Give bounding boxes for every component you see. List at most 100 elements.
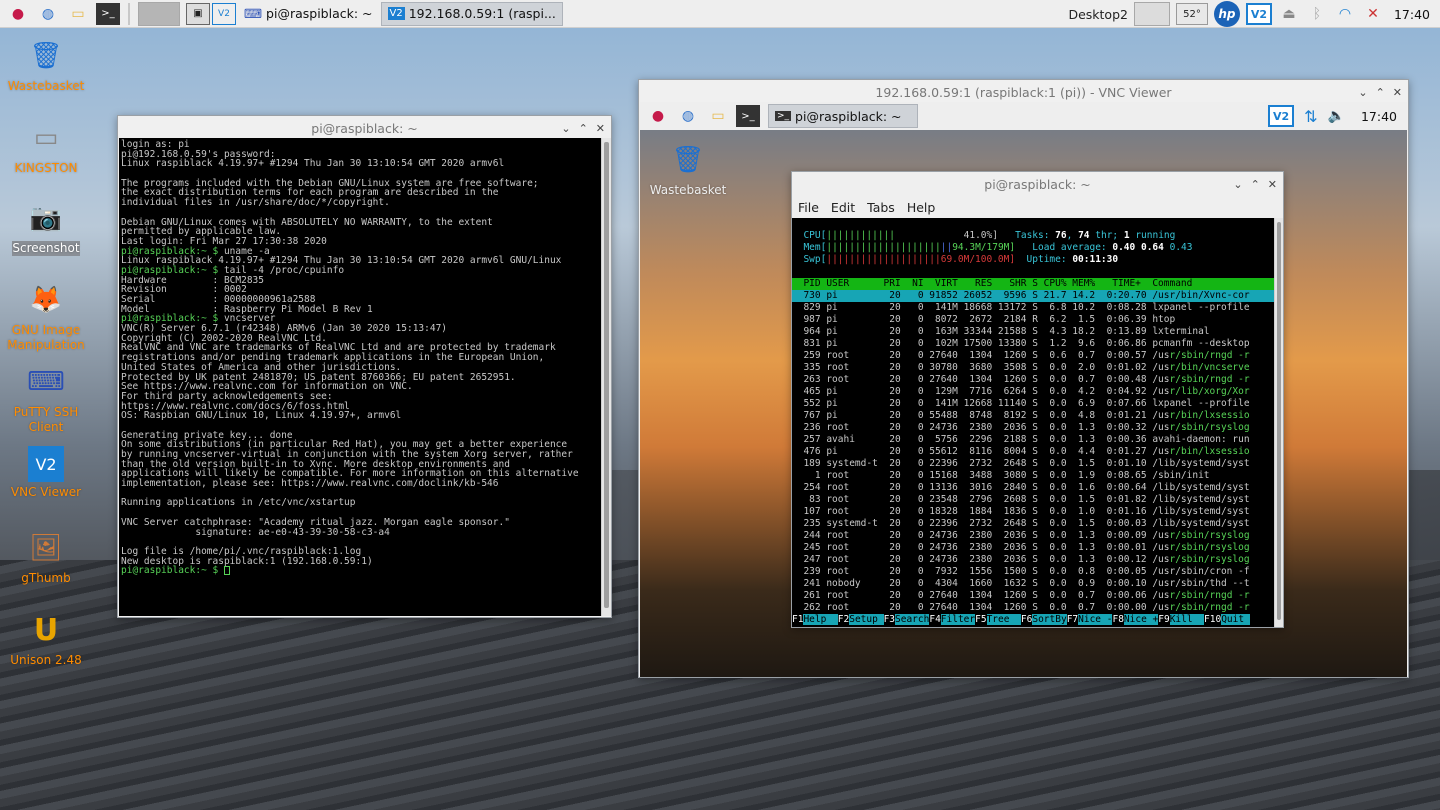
minimize-icon[interactable]: ⌄ (1233, 178, 1242, 191)
remote-desktop[interactable]: ● ◍ ▭ >_ >_ pi@raspiblack: ~ V2 ⇅ 🔈 17:4… (640, 102, 1407, 677)
remote-file-manager-icon[interactable]: ▭ (706, 105, 730, 127)
process-row[interactable]: 767 pi 20 0 55488 8748 8192 S 0.0 4.8 0:… (792, 410, 1274, 422)
remote-desktop-icon-wastebasket[interactable]: 🗑 Wastebasket (642, 140, 734, 198)
desktop-icon-putty[interactable]: ⌨ PuTTY SSH Client (0, 362, 92, 435)
function-key-label[interactable]: Help (803, 614, 838, 625)
process-row[interactable]: 83 root 20 0 23548 2796 2608 S 0.0 1.5 0… (792, 494, 1274, 506)
close-icon[interactable]: ✕ (596, 122, 605, 135)
process-row[interactable]: 236 root 20 0 24736 2380 2036 S 0.0 1.3 … (792, 422, 1274, 434)
process-row[interactable]: 257 avahi 20 0 5756 2296 2188 S 0.0 1.3 … (792, 434, 1274, 446)
network-arrows-icon[interactable]: ⇅ (1304, 107, 1317, 126)
desktop-icon-gthumb[interactable]: 🖼 gThumb (0, 528, 92, 586)
process-row[interactable]: 261 root 20 0 27640 1304 1260 S 0.0 0.7 … (792, 590, 1274, 602)
vnc-tray-mini-icon[interactable]: V2 (212, 2, 236, 25)
vnc-titlebar[interactable]: 192.168.0.59:1 (raspiblack:1 (pi)) - VNC… (639, 80, 1408, 104)
process-row[interactable]: 465 pi 20 0 129M 7716 6264 S 0.0 4.2 0:0… (792, 386, 1274, 398)
desktop-pager-1[interactable] (138, 1, 180, 26)
process-row[interactable]: 1 root 20 0 15168 3488 3080 S 0.0 1.9 0:… (792, 470, 1274, 482)
file-manager-icon[interactable]: ▭ (66, 3, 90, 25)
function-key-label[interactable]: Search (895, 614, 930, 625)
menu-tabs[interactable]: Tabs (861, 200, 901, 215)
hp-icon[interactable]: hp (1213, 1, 1240, 27)
desktop-icon-gimp[interactable]: 🦊 GNU Image Manipulation (0, 280, 92, 353)
process-row-text: 263 root 20 0 27640 1304 1260 S 0.0 0.7 … (792, 374, 1170, 385)
remote-taskbar-button[interactable]: >_ pi@raspiblack: ~ (768, 104, 918, 128)
process-row[interactable]: 239 root 20 0 7932 1556 1500 S 0.0 0.8 0… (792, 566, 1274, 578)
lxterminal-scrollbar[interactable] (1274, 218, 1283, 627)
function-key-label[interactable]: Nice - (1078, 614, 1113, 625)
function-key-label[interactable]: Setup (849, 614, 884, 625)
scrollbar-thumb[interactable] (1277, 222, 1281, 620)
process-row[interactable]: 259 root 20 0 27640 1304 1260 S 0.6 0.7 … (792, 350, 1274, 362)
process-row[interactable]: 241 nobody 20 0 4304 1660 1632 S 0.0 0.9… (792, 578, 1274, 590)
maximize-icon[interactable]: ⌃ (1376, 86, 1385, 99)
wastebasket-icon: 🗑 (671, 145, 705, 175)
taskbar-button-vnc[interactable]: V2 192.168.0.59:1 (raspi... (380, 1, 563, 26)
minimize-icon[interactable]: ⌄ (561, 122, 570, 135)
menu-help[interactable]: Help (901, 200, 942, 215)
web-browser-icon[interactable]: ◍ (36, 3, 60, 25)
process-row[interactable]: 987 pi 20 0 8072 2672 2184 R 6.2 1.5 0:0… (792, 314, 1274, 326)
remote-raspberry-menu-icon[interactable]: ● (646, 105, 670, 127)
putty-terminal-output[interactable]: login as: pi pi@192.168.0.59's password: L… (119, 138, 601, 616)
vnc-server-icon[interactable]: V2 (1245, 3, 1272, 25)
function-key-label[interactable]: Quit (1221, 614, 1250, 625)
function-key-label[interactable]: Tree (986, 614, 1021, 625)
process-row[interactable]: 829 pi 20 0 141M 18668 13172 S 6.8 10.2 … (792, 302, 1274, 314)
volume-muted-icon[interactable]: ✕ (1362, 3, 1384, 25)
process-row[interactable]: 245 root 20 0 24736 2380 2036 S 0.0 1.3 … (792, 542, 1274, 554)
desktop-icon-kingston[interactable]: ▭ KINGSTON (0, 118, 92, 176)
raspberry-menu-icon[interactable]: ● (6, 3, 30, 25)
process-row[interactable]: 730 pi 20 0 91852 26052 9596 S 21.7 14.2… (792, 290, 1274, 302)
lxterminal-titlebar[interactable]: pi@raspiblack: ~ ⌄ ⌃ ✕ (792, 172, 1283, 196)
remote-browser-icon[interactable]: ◍ (676, 105, 700, 127)
menu-edit[interactable]: Edit (825, 200, 861, 215)
maximize-icon[interactable]: ⌃ (579, 122, 588, 135)
taskbar-button-putty[interactable]: ⌨ pi@raspiblack: ~ (238, 2, 379, 26)
process-row[interactable]: 335 root 20 0 30780 3680 3508 S 0.0 2.0 … (792, 362, 1274, 374)
close-icon[interactable]: ✕ (1393, 86, 1402, 99)
function-key-label[interactable]: Filter (940, 614, 976, 625)
process-row[interactable]: 235 systemd-t 20 0 22396 2732 2648 S 0.0… (792, 518, 1274, 530)
process-row[interactable]: 552 pi 20 0 141M 12668 11140 S 0.0 6.9 0… (792, 398, 1274, 410)
process-row[interactable]: 263 root 20 0 27640 1304 1260 S 0.0 0.7 … (792, 374, 1274, 386)
process-row[interactable]: 247 root 20 0 24736 2380 2036 S 0.0 1.3 … (792, 554, 1274, 566)
process-row[interactable]: 476 pi 20 0 55612 8116 8004 S 0.0 4.4 0:… (792, 446, 1274, 458)
scrollbar-thumb[interactable] (604, 142, 609, 608)
process-row[interactable]: 831 pi 20 0 102M 17500 13380 S 1.2 9.6 0… (792, 338, 1274, 350)
pager-window-icon[interactable]: ▣ (186, 2, 210, 25)
volume-icon[interactable]: 🔈 (1328, 108, 1345, 124)
terminal-icon[interactable]: >_ (96, 2, 120, 25)
remote-vnc-icon[interactable]: V2 (1268, 105, 1295, 127)
process-row[interactable]: 262 root 20 0 27640 1304 1260 S 0.0 0.7 … (792, 602, 1274, 614)
uptime-value: 00:11:30 (1072, 254, 1119, 265)
eject-icon[interactable]: ⏏ (1278, 3, 1300, 25)
function-key-label[interactable]: Kill (1169, 614, 1205, 625)
desktop-icon-unison[interactable]: U Unison 2.48 (0, 610, 92, 668)
function-key-label[interactable]: SortBy (1032, 614, 1067, 625)
process-row-text: 259 root 20 0 27640 1304 1260 S 0.6 0.7 … (792, 350, 1170, 361)
putty-titlebar[interactable]: pi@raspiblack: ~ ⌄ ⌃ ✕ (118, 116, 611, 140)
putty-scrollbar[interactable] (601, 138, 611, 616)
process-row[interactable]: 107 root 20 0 18328 1884 1836 S 0.0 1.0 … (792, 506, 1274, 518)
maximize-icon[interactable]: ⌃ (1251, 178, 1260, 191)
desktop-icon-screenshot[interactable]: 📷 Screenshot (0, 198, 92, 256)
function-key-label[interactable]: Nice + (1123, 614, 1159, 625)
htop-text (792, 242, 803, 253)
process-row[interactable]: 964 pi 20 0 163M 33344 21588 S 4.3 18.2 … (792, 326, 1274, 338)
remote-terminal-icon[interactable]: >_ (736, 105, 760, 127)
desktop-icon-vnc-viewer[interactable]: V2 VNC Viewer (0, 446, 92, 500)
bluetooth-icon[interactable]: ᛒ (1306, 3, 1328, 25)
close-icon[interactable]: ✕ (1268, 178, 1277, 191)
minimize-icon[interactable]: ⌄ (1358, 86, 1367, 99)
process-command-thread: r/sbin/rsyslog (1169, 554, 1250, 565)
process-row[interactable]: 244 root 20 0 24736 2380 2036 S 0.0 1.3 … (792, 530, 1274, 542)
desktop-icon-wastebasket[interactable]: 🗑 Wastebasket (0, 36, 92, 94)
process-row[interactable]: 254 root 20 0 13136 3016 2840 S 0.0 1.6 … (792, 482, 1274, 494)
htop-output[interactable]: CPU[|||||||||||| 41.0%] Tasks: 76, 74 th… (792, 218, 1274, 627)
wifi-icon[interactable]: ◠ (1334, 3, 1356, 25)
htop-text (792, 254, 803, 265)
menu-file[interactable]: File (792, 200, 825, 215)
process-row[interactable]: 189 systemd-t 20 0 22396 2732 2648 S 0.0… (792, 458, 1274, 470)
desktop-pager-2[interactable] (1133, 2, 1170, 26)
